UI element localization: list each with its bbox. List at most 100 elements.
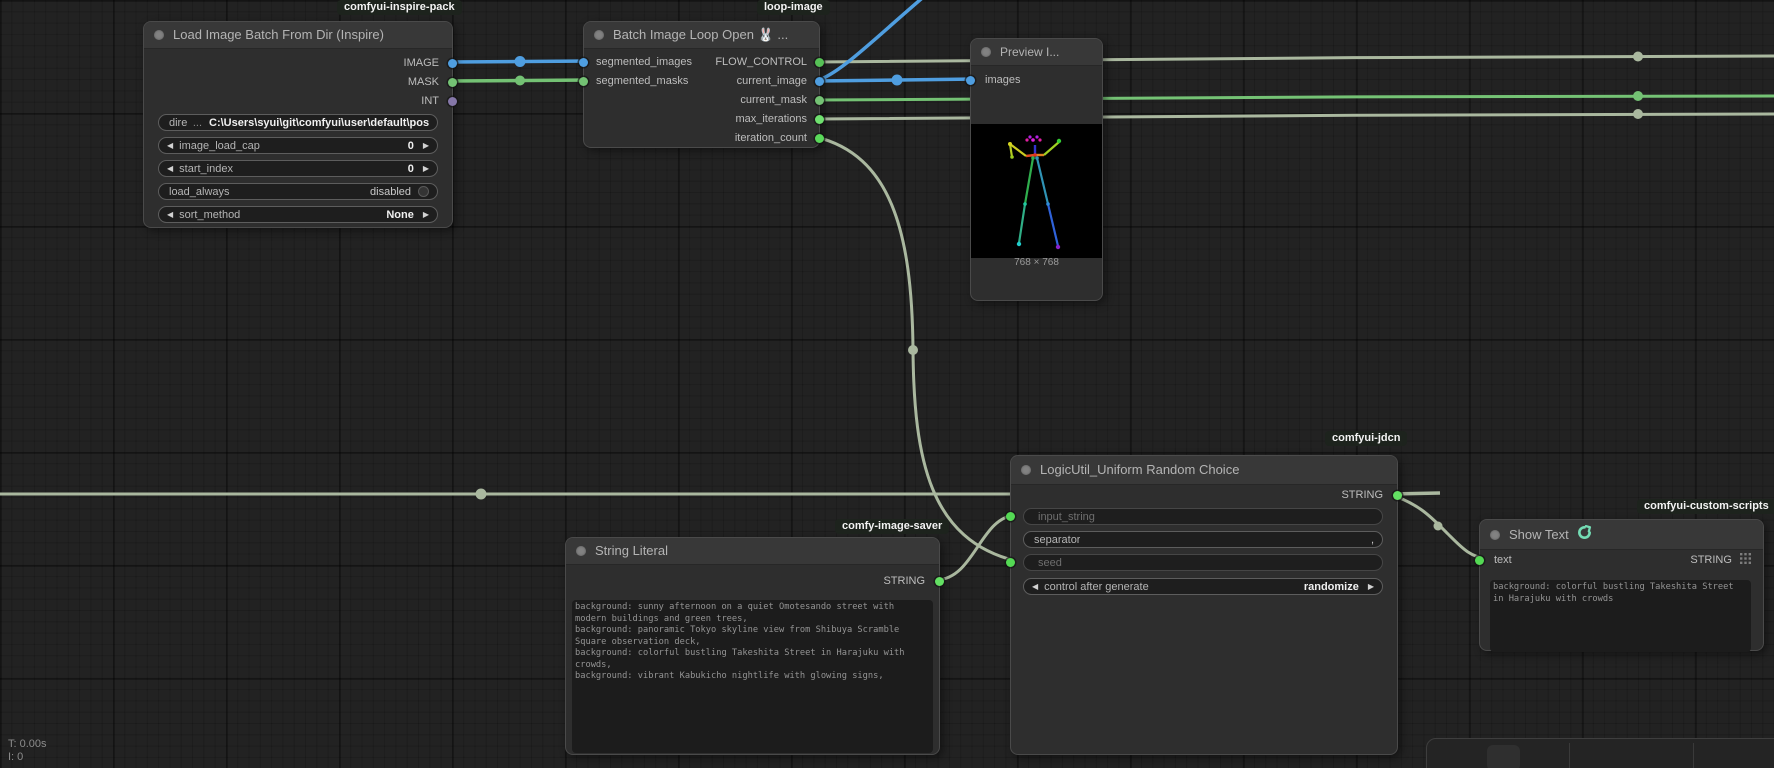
pack-badge: comfyui-inspire-pack xyxy=(337,0,462,15)
separator-widget[interactable]: separator , xyxy=(1023,531,1383,548)
node-title-bar[interactable]: Show Text xyxy=(1480,520,1763,550)
control-after-generate-widget[interactable]: ◀ control after generate randomize ▶ xyxy=(1023,578,1383,595)
node-title: Preview I... xyxy=(1000,45,1059,59)
widget-value: randomize xyxy=(1298,581,1359,593)
wire-dot xyxy=(515,56,526,67)
collapse-dot[interactable] xyxy=(154,30,164,40)
grid-handle-icon[interactable] xyxy=(1740,553,1751,564)
collapse-dot[interactable] xyxy=(1490,530,1500,540)
decrement-arrow-icon[interactable]: ◀ xyxy=(167,164,173,173)
widget-label: sort_method xyxy=(179,209,240,221)
collapse-dot[interactable] xyxy=(576,546,586,556)
wire-current-image-up xyxy=(816,0,927,81)
increment-arrow-icon[interactable]: ▶ xyxy=(1368,582,1374,591)
input-text-slot[interactable] xyxy=(1475,556,1484,565)
sort-method-widget[interactable]: ◀ sort_method None ▶ xyxy=(158,206,438,223)
input-segmented-masks-slot[interactable] xyxy=(579,77,588,86)
widget-label: control after generate xyxy=(1044,581,1149,593)
node-title: Load Image Batch From Dir (Inspire) xyxy=(173,27,384,42)
show-text-textarea[interactable]: background: colorful bustling Takeshita … xyxy=(1490,580,1751,652)
image-load-cap-widget[interactable]: ◀ image_load_cap 0 ▶ xyxy=(158,137,438,154)
node-graph-canvas[interactable]: Load Image Batch From Dir (Inspire) IMAG… xyxy=(0,0,1774,768)
wire-max-iterations xyxy=(816,114,1774,119)
node-batch-image-loop[interactable]: Batch Image Loop Open 🐰 ... segmented_im… xyxy=(583,21,820,148)
start-index-widget[interactable]: ◀ start_index 0 ▶ xyxy=(158,160,438,177)
widget-label: image_load_cap xyxy=(179,140,260,152)
widget-ellipsis: ... xyxy=(193,117,202,129)
pack-badge: comfyui-jdcn xyxy=(1325,431,1407,446)
increment-arrow-icon[interactable]: ▶ xyxy=(423,164,429,173)
peek-widget-pill[interactable] xyxy=(1487,745,1520,768)
widget-value: C:\Users\syui\git\comfyui\user\default\p… xyxy=(209,117,429,129)
load-always-widget[interactable]: load_always disabled xyxy=(158,183,438,200)
output-string-label: STRING xyxy=(1690,552,1751,568)
toggle-icon[interactable] xyxy=(418,186,429,197)
string-literal-textarea[interactable]: background: sunny afternoon on a quiet O… xyxy=(572,600,933,753)
widget-label: load_always xyxy=(169,186,230,198)
collapse-dot[interactable] xyxy=(981,47,991,57)
node-title: LogicUtil_Uniform Random Choice xyxy=(1040,462,1239,477)
wire-flow-control xyxy=(816,56,1774,62)
input-label: segmented_images xyxy=(596,54,692,70)
node-preview-image[interactable]: Preview I... images xyxy=(970,38,1103,301)
divider xyxy=(1693,743,1694,768)
directory-widget[interactable]: dire ... C:\Users\syui\git\comfyui\user\… xyxy=(158,114,438,131)
widget-value: 0 xyxy=(402,140,414,152)
node-title-bar[interactable]: LogicUtil_Uniform Random Choice xyxy=(1011,456,1397,485)
input-seed-slot[interactable] xyxy=(1006,558,1015,567)
collapse-dot[interactable] xyxy=(594,30,604,40)
openpose-skeleton xyxy=(971,124,1104,258)
divider xyxy=(1569,743,1570,768)
input-string-widget[interactable]: input_string xyxy=(1023,508,1383,525)
pack-badge: comfyui-custom-scripts xyxy=(1637,499,1774,514)
node-title: String Literal xyxy=(595,543,668,558)
wire-dot xyxy=(476,489,487,500)
output-iteration-count-slot[interactable] xyxy=(815,134,824,143)
seed-widget[interactable]: seed xyxy=(1023,554,1383,571)
pose-preview-image xyxy=(971,124,1102,258)
wire-dot xyxy=(892,75,903,86)
execution-status: T: 0.00s I: 0 xyxy=(8,738,47,764)
widget-label: start_index xyxy=(179,163,233,175)
node-string-literal[interactable]: String Literal STRING background: sunny … xyxy=(565,537,940,755)
node-title: Batch Image Loop Open 🐰 ... xyxy=(613,27,788,42)
output-max-iterations-label: max_iterations xyxy=(735,111,807,127)
increment-arrow-icon[interactable]: ▶ xyxy=(423,210,429,219)
partially-visible-node[interactable] xyxy=(1426,738,1774,768)
output-current-image-slot[interactable] xyxy=(815,77,824,86)
output-mask-slot[interactable] xyxy=(448,78,457,87)
output-mask-label: MASK xyxy=(408,74,439,90)
increment-arrow-icon[interactable]: ▶ xyxy=(423,141,429,150)
widget-value: 0 xyxy=(402,163,414,175)
output-int-slot[interactable] xyxy=(448,97,457,106)
input-input-string-slot[interactable] xyxy=(1006,512,1015,521)
output-string-slot[interactable] xyxy=(935,577,944,586)
collapse-dot[interactable] xyxy=(1021,465,1031,475)
output-image-slot[interactable] xyxy=(448,59,457,68)
node-title-bar[interactable]: Load Image Batch From Dir (Inspire) xyxy=(144,22,452,49)
output-flow-control-slot[interactable] xyxy=(815,58,824,67)
node-show-text[interactable]: Show Text text STRING background: colorf… xyxy=(1479,519,1764,651)
decrement-arrow-icon[interactable]: ◀ xyxy=(1032,582,1038,591)
widget-value: None xyxy=(380,209,414,221)
widget-label: separator xyxy=(1034,534,1080,546)
node-load-image-batch[interactable]: Load Image Batch From Dir (Inspire) IMAG… xyxy=(143,21,453,228)
output-string-label: STRING xyxy=(883,573,925,589)
node-title-bar[interactable]: Batch Image Loop Open 🐰 ... xyxy=(584,22,819,49)
node-title-bar[interactable]: Preview I... xyxy=(971,39,1102,66)
decrement-arrow-icon[interactable]: ◀ xyxy=(167,141,173,150)
output-current-image-label: current_image xyxy=(737,73,807,89)
node-title: Show Text xyxy=(1509,527,1569,542)
decrement-arrow-icon[interactable]: ◀ xyxy=(167,210,173,219)
node-logic-random-choice[interactable]: LogicUtil_Uniform Random Choice STRING i… xyxy=(1010,455,1398,755)
output-current-mask-slot[interactable] xyxy=(815,96,824,105)
input-segmented-images-slot[interactable] xyxy=(579,58,588,67)
widget-label: input_string xyxy=(1038,511,1095,523)
wire-dot xyxy=(1633,91,1643,101)
output-string-slot[interactable] xyxy=(1393,491,1402,500)
output-flow-control-label: FLOW_CONTROL xyxy=(715,54,807,70)
input-images-slot[interactable] xyxy=(966,76,975,85)
node-title-bar[interactable]: String Literal xyxy=(566,538,939,565)
output-max-iterations-slot[interactable] xyxy=(815,115,824,124)
output-string-text: STRING xyxy=(1690,554,1732,566)
